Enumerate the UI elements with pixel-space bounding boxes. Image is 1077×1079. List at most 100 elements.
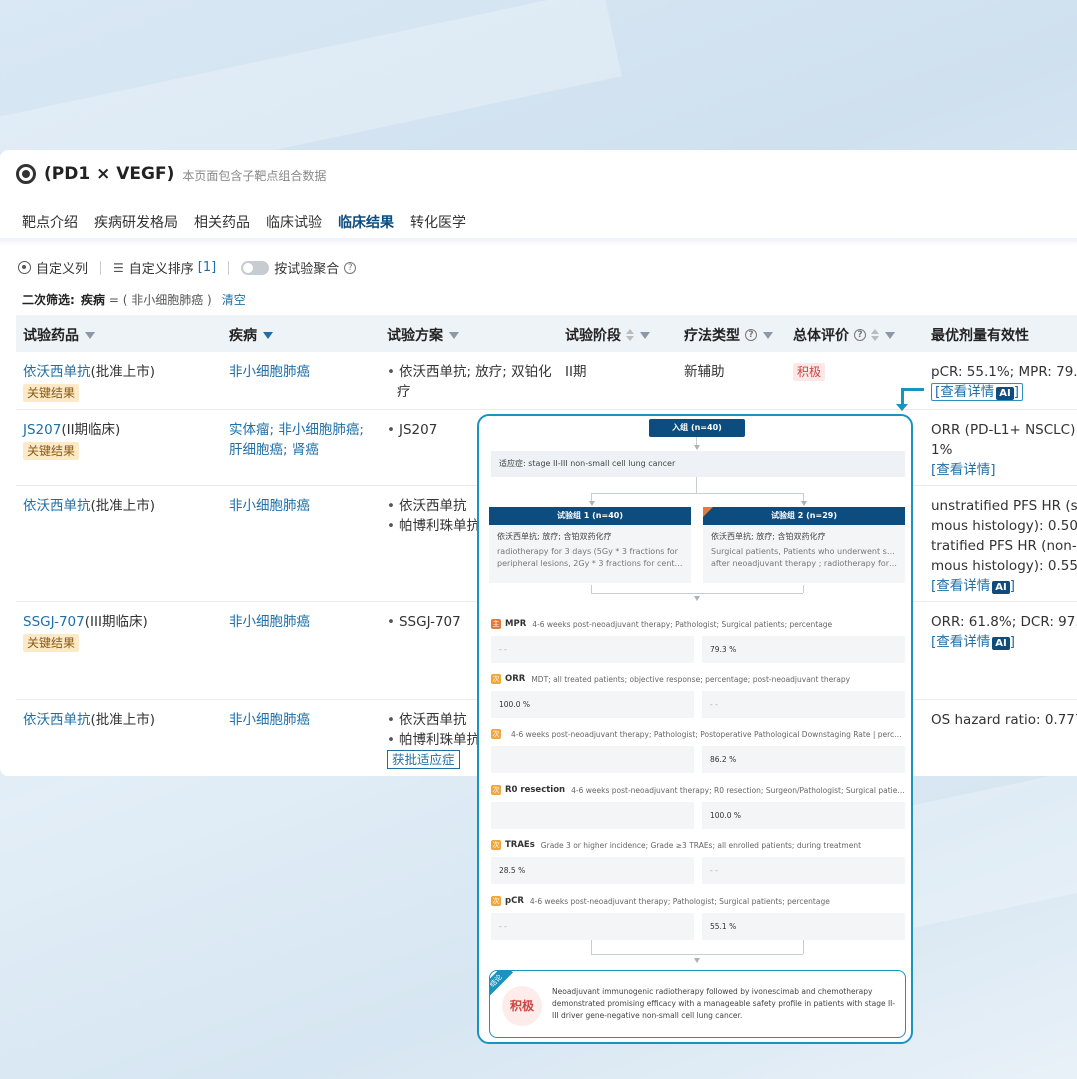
filter-icon[interactable] <box>263 331 273 339</box>
ai-icon: AI <box>996 387 1014 400</box>
ai-icon: AI <box>992 637 1010 650</box>
trial-group-2: 试验组 2 (n=29) 依沃西单抗; 放疗; 含铂双药化疗 Surgical … <box>703 507 905 583</box>
toolbar-divider <box>100 260 102 275</box>
flow-line <box>591 493 803 494</box>
primary-endpoint-icon: 主 <box>491 619 501 629</box>
flow-arrow-icon <box>694 596 700 601</box>
plan-item: JS207 <box>387 422 437 438</box>
table-header: 试验药品 疾病 试验方案 试验阶段 疗法类型? 总体评价? 最优剂量有效性 <box>16 315 1077 352</box>
flow-line <box>696 477 697 493</box>
drug-link[interactable]: JS207 <box>23 422 61 438</box>
flow-line <box>591 940 592 954</box>
metric-description: 4-6 weeks post-neoadjuvant therapy; Path… <box>511 729 905 739</box>
filter-icon[interactable] <box>85 331 95 339</box>
help-icon[interactable]: ? <box>854 329 866 341</box>
metric-description: 4-6 weeks post-neoadjuvant therapy; Path… <box>532 619 833 629</box>
metric-description: Grade 3 or higher incidence; Grade ≥3 TR… <box>540 840 862 850</box>
plan-item-continued: 疗 <box>397 384 411 400</box>
disease-link[interactable]: 肝细胞癌; 肾癌 <box>229 442 319 458</box>
column-header-evaluation: 总体评价? <box>793 325 895 345</box>
filter-field: 疾病 <box>80 293 105 307</box>
metric-description: 4-6 weeks post-neoadjuvant therapy; R0 r… <box>571 785 905 795</box>
efficacy-text: pCR: 55.1%; MPR: 79.3% <box>931 364 1077 380</box>
group-description: radiotherapy for 3 days (5Gy * 3 fractio… <box>497 547 678 556</box>
metric-name: TRAEs <box>505 840 535 850</box>
plan-item: 依沃西单抗 <box>387 498 466 514</box>
plan-item: SSGJ-707 <box>387 614 461 630</box>
view-details-link[interactable]: [查看详情 AI] <box>931 383 1024 401</box>
disease-cell: 非小细胞肺癌 <box>229 362 310 382</box>
plan-cell: 依沃西单抗 帕博利珠单抗 <box>387 496 480 536</box>
help-icon[interactable]: ? <box>344 261 357 274</box>
secondary-endpoint-icon: 次 <box>491 840 501 850</box>
metric-value-group-1 <box>491 746 694 773</box>
custom-columns-button[interactable]: 自定义列 <box>18 258 88 277</box>
approved-indication-tag[interactable]: 获批适应症 <box>387 750 460 769</box>
group-treatment: 依沃西单抗; 放疗; 含铂双药化疗 <box>497 532 612 541</box>
efficacy-text: mous histology): 0.55 <box>931 558 1077 574</box>
positive-badge: 积极 <box>502 986 542 1026</box>
drug-cell: 依沃西单抗(批准上市) <box>23 496 155 516</box>
filter-icon[interactable] <box>640 331 650 339</box>
drug-status: (批准上市) <box>90 712 156 728</box>
drug-status: (II期临床) <box>61 422 121 438</box>
page-header: (PD1 × VEGF) 本页面包含子靶点组合数据 <box>16 164 326 184</box>
metric-value-group-2: 79.3 % <box>702 636 905 663</box>
filter-icon[interactable] <box>885 331 895 339</box>
metric-traes: 次 TRAEs Grade 3 or higher incidence; Grade… <box>491 838 905 884</box>
metric-downstaging: 次 4-6 weeks post-neoadjuvant therapy; Pat… <box>491 727 905 773</box>
disease-link[interactable]: 非小细胞肺癌 <box>229 498 310 514</box>
group-treatment: 依沃西单抗; 放疗; 含铂双药化疗 <box>711 532 826 541</box>
drug-link[interactable]: SSGJ-707 <box>23 614 85 630</box>
drug-cell: 依沃西单抗(批准上市) <box>23 710 155 730</box>
column-header-drug: 试验药品 <box>23 325 95 345</box>
flow-line <box>803 585 804 593</box>
column-header-phase: 试验阶段 <box>565 325 650 345</box>
metric-value-group-2: 55.1 % <box>702 913 905 940</box>
custom-sort-label: 自定义排序 <box>128 262 194 277</box>
key-result-badge: 关键结果 <box>23 442 80 460</box>
metric-value-group-1: 28.5 % <box>491 857 694 884</box>
sort-arrows-icon[interactable] <box>626 329 634 341</box>
drug-link[interactable]: 依沃西单抗 <box>23 498 91 514</box>
help-icon[interactable]: ? <box>745 329 757 341</box>
disease-cell: 非小细胞肺癌 <box>229 612 310 632</box>
filter-clear-link[interactable]: 清空 <box>222 291 246 308</box>
efficacy-text: ORR: 61.8%; DCR: 97.1% <box>931 614 1077 630</box>
metric-value-group-2: 100.0 % <box>702 802 905 829</box>
disease-link[interactable]: 非小细胞肺癌 <box>229 614 310 630</box>
popup-connector-arrow <box>896 404 908 411</box>
flow-line <box>591 593 803 594</box>
drug-link[interactable]: 依沃西单抗 <box>23 364 91 380</box>
filter-icon[interactable] <box>449 331 459 339</box>
sort-icon: ☰ <box>113 260 124 275</box>
disease-link[interactable]: 非小细胞肺癌 <box>229 364 310 380</box>
metric-name: R0 resection <box>505 785 566 795</box>
drug-status: (批准上市) <box>90 364 156 380</box>
aggregate-toggle[interactable]: 按试验聚合 ? <box>241 258 357 277</box>
view-details-link[interactable]: [查看详情] <box>931 462 996 478</box>
secondary-endpoint-icon: 次 <box>491 785 501 795</box>
disease-link[interactable]: 实体瘤; 非小细胞肺癌; <box>229 422 364 438</box>
group-title: 试验组 1 (n=40) <box>489 507 691 525</box>
disease-link[interactable]: 非小细胞肺癌 <box>229 712 310 728</box>
view-details-link[interactable]: [查看详情 AI] <box>931 634 1015 650</box>
plan-item: 依沃西单抗 <box>387 712 466 728</box>
flow-line <box>591 954 803 955</box>
custom-sort-button[interactable]: ☰ 自定义排序 [1] <box>113 258 216 277</box>
view-details-link[interactable]: [查看详情 AI] <box>931 578 1015 594</box>
sort-arrows-icon[interactable] <box>871 329 879 341</box>
flow-line <box>591 585 592 593</box>
efficacy-text: ORR (PD-L1+ NSCLC): 5 <box>931 422 1077 438</box>
filter-icon[interactable] <box>763 331 773 339</box>
evaluation-cell: 积极 <box>793 362 826 382</box>
plan-item: 帕博利珠单抗 <box>387 732 480 748</box>
toggle-switch[interactable] <box>241 260 270 275</box>
metric-r0-resection: 次 R0 resection 4-6 weeks post-neoadjuvant … <box>491 783 905 829</box>
drug-link[interactable]: 依沃西单抗 <box>23 712 91 728</box>
plan-cell: JS207 <box>387 420 437 440</box>
metric-name: MPR <box>505 619 527 629</box>
indication-box: 适应症: stage II-III non-small cell lung ca… <box>491 451 905 477</box>
key-result-badge: 关键结果 <box>23 634 80 652</box>
metric-value-group-1: 100.0 % <box>491 691 694 718</box>
